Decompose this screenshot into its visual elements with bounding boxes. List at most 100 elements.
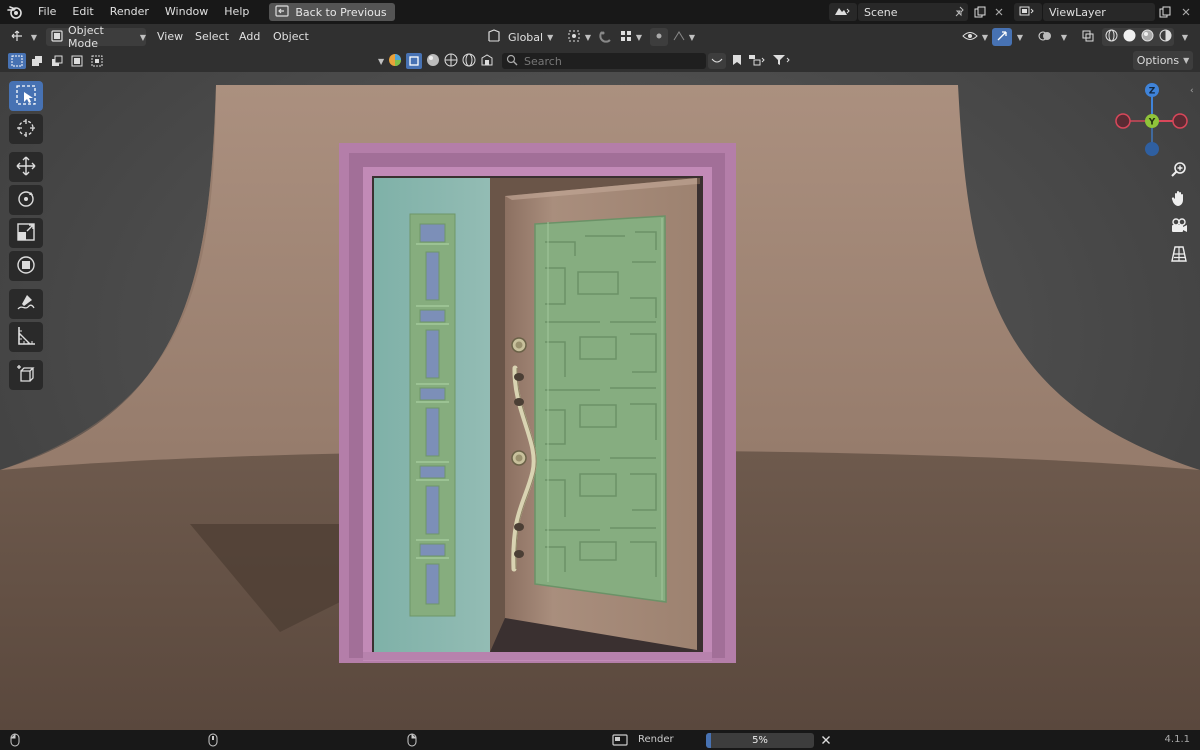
selection-mode-group <box>8 53 106 69</box>
blender-logo[interactable] <box>0 0 30 24</box>
status-bar: Render 5% 4.1.1 <box>0 730 1200 750</box>
grid-icon <box>620 30 632 45</box>
world-filter-icon[interactable] <box>462 53 476 70</box>
orthographic-toggle-button[interactable] <box>1167 243 1191 267</box>
xray-toggle[interactable] <box>1078 28 1098 46</box>
object-mode-icon <box>50 29 64 45</box>
menu-select[interactable]: Select <box>195 28 229 46</box>
annotate-icon <box>15 292 37 317</box>
menu-help[interactable]: Help <box>216 0 257 24</box>
move-tool[interactable] <box>9 152 43 182</box>
rendered-shading-icon[interactable] <box>1159 29 1172 45</box>
sync-icon[interactable] <box>748 54 766 69</box>
object-filter-icon[interactable] <box>406 53 423 69</box>
options-dropdown[interactable]: Options ▼ <box>1133 51 1193 70</box>
menu-object[interactable]: Object <box>273 28 309 46</box>
transform-orientation-dropdown[interactable]: Global ▼ <box>484 28 556 46</box>
zoom-button[interactable] <box>1167 159 1191 183</box>
cursor-icon <box>15 117 37 142</box>
navigation-gizmo[interactable]: Z Y <box>1112 82 1194 160</box>
mouse-right-icon <box>407 733 417 750</box>
editor-type-icon <box>11 30 27 45</box>
view-layer-name-field[interactable]: ViewLayer <box>1043 3 1155 21</box>
camera-view-button[interactable] <box>1167 215 1191 239</box>
tool-settings-row: ▼ Search Options ▼ <box>0 50 1200 72</box>
pivot-point-dropdown[interactable]: ▼ <box>564 28 594 46</box>
bookmark-icon[interactable] <box>732 54 742 69</box>
display-mode-icon[interactable] <box>388 53 402 70</box>
snap-target-dropdown[interactable]: ▼ <box>616 28 646 46</box>
select-subtract-icon[interactable] <box>48 53 66 69</box>
restrict-toggle[interactable] <box>708 53 726 69</box>
chevron-down-icon[interactable]: ▼ <box>378 57 384 66</box>
material-filter-icon[interactable] <box>426 53 440 70</box>
rotate-tool[interactable] <box>9 185 43 215</box>
chevron-down-icon: ▼ <box>1060 32 1068 42</box>
view-layer-browse-button[interactable] <box>1014 3 1042 21</box>
annotate-tool[interactable] <box>9 289 43 319</box>
menu-edit[interactable]: Edit <box>64 0 101 24</box>
solid-shading-icon[interactable] <box>1123 29 1136 45</box>
material-shading-icon[interactable] <box>1141 29 1154 45</box>
select-extend-icon[interactable] <box>28 53 46 69</box>
scene-filter-icon[interactable] <box>480 53 494 70</box>
overlays-toggle[interactable] <box>1034 28 1056 46</box>
shading-options-dropdown[interactable]: ▼ <box>1176 28 1190 46</box>
back-to-previous-button[interactable]: Back to Previous <box>269 3 395 21</box>
select-invert-icon[interactable] <box>68 53 86 69</box>
texture-filter-icon[interactable] <box>444 53 458 70</box>
scale-tool[interactable] <box>9 218 43 248</box>
pivot-icon <box>567 29 581 46</box>
add-cube-tool[interactable] <box>9 360 43 390</box>
gizmo-options-dropdown[interactable]: ▼ <box>1012 28 1024 46</box>
close-icon[interactable] <box>1176 3 1196 21</box>
cursor-tool[interactable] <box>9 114 43 144</box>
menu-window[interactable]: Window <box>157 0 216 24</box>
zoom-icon <box>1170 161 1188 182</box>
chevron-down-icon: ▼ <box>635 32 643 42</box>
menu-file[interactable]: File <box>30 0 64 24</box>
cancel-render-button[interactable] <box>818 732 834 748</box>
left-toolbar <box>9 81 43 393</box>
camera-icon <box>1170 217 1188 238</box>
proportional-edit-toggle[interactable] <box>650 28 668 46</box>
pin-icon[interactable] <box>950 3 970 21</box>
proportional-edit-icon <box>654 31 664 44</box>
transform-orientation-icon <box>486 28 502 46</box>
3d-viewport[interactable]: Z Y ‹ <box>0 72 1200 730</box>
menu-render[interactable]: Render <box>102 0 157 24</box>
copy-icon[interactable] <box>1155 3 1175 21</box>
editor-type-button[interactable]: ▼ <box>8 28 40 46</box>
overlays-options-dropdown[interactable]: ▼ <box>1056 28 1068 46</box>
select-box-tool[interactable] <box>9 81 43 111</box>
gizmo-toggle[interactable] <box>992 28 1012 46</box>
mouse-left-icon <box>10 733 20 750</box>
chevron-down-icon: ▼ <box>1016 32 1024 42</box>
filter-icon[interactable] <box>772 54 792 69</box>
select-new-icon[interactable] <box>8 53 26 69</box>
snap-toggle[interactable] <box>596 28 616 46</box>
select-intersect-icon[interactable] <box>88 53 106 69</box>
scene-browse-button[interactable] <box>829 3 857 21</box>
chevron-down-icon: ▼ <box>1183 56 1190 65</box>
wireframe-shading-icon[interactable] <box>1105 29 1118 45</box>
options-label: Options <box>1136 54 1180 67</box>
copy-icon[interactable] <box>970 3 990 21</box>
measure-icon <box>15 325 37 350</box>
object-mode-dropdown[interactable]: Object Mode ▼ <box>46 24 146 50</box>
chevron-down-icon: ▼ <box>1181 32 1189 42</box>
back-to-previous-label: Back to Previous <box>295 5 387 19</box>
add-cube-icon <box>15 363 37 388</box>
pan-button[interactable] <box>1167 187 1191 211</box>
menu-add[interactable]: Add <box>239 28 260 46</box>
chevron-left-icon[interactable]: ‹ <box>1190 86 1194 96</box>
overlays-icon <box>1038 29 1052 46</box>
measure-tool[interactable] <box>9 322 43 352</box>
object-mode-label: Object Mode <box>68 24 104 50</box>
transform-tool[interactable] <box>9 251 43 281</box>
visibility-dropdown[interactable]: ▼ <box>960 28 990 46</box>
search-field[interactable]: Search <box>502 53 706 69</box>
menu-view[interactable]: View <box>157 28 183 46</box>
proportional-falloff-dropdown[interactable]: ▼ <box>670 28 698 46</box>
close-icon[interactable] <box>989 3 1009 21</box>
